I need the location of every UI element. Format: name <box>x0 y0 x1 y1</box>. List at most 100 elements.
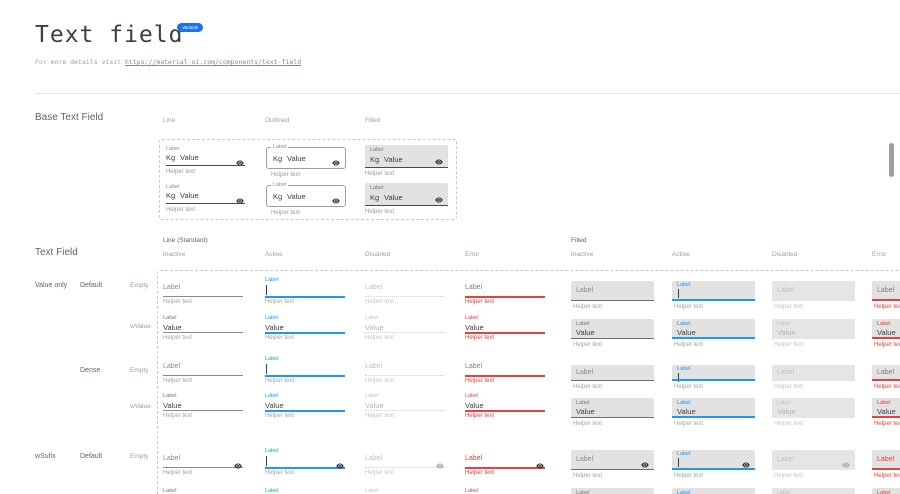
text-field-filled-active[interactable]: LabelHelper text <box>672 444 755 484</box>
text-field-filled-active[interactable]: LabelValueHelper text <box>672 312 755 352</box>
text-field-filled-error[interactable]: LabelHelper text <box>872 444 900 484</box>
text-field-line-error[interactable]: Helper textLabel <box>465 276 545 312</box>
text-field-filled-error[interactable]: LabelValueHelper text <box>872 482 900 494</box>
subtitle: For more details visit https://material-… <box>35 58 301 66</box>
field-value: Value <box>465 401 484 410</box>
helper-text: Helper text <box>465 413 494 419</box>
base-text-field-line[interactable]: LabelKgValueHelper text <box>166 146 245 176</box>
field-label: Label <box>777 287 794 294</box>
field-underline <box>872 416 900 418</box>
text-field-line-active[interactable]: Helper textLabel <box>265 444 345 480</box>
field-label: Label <box>877 287 894 294</box>
field-underline <box>872 468 900 470</box>
eye-icon <box>436 457 444 465</box>
text-field-filled-inactive[interactable]: LabelValueHelper text <box>571 390 654 430</box>
text-field-line-inactive[interactable]: Helper textLabelValue <box>163 482 243 494</box>
field-underline <box>571 380 654 381</box>
field-label: Label <box>365 393 378 399</box>
text-field-line-active[interactable]: Helper textLabel <box>265 276 345 312</box>
field-prefix: Kg <box>370 193 379 202</box>
field-label: Label <box>677 490 690 494</box>
text-field-line-error[interactable]: Helper textLabelValue <box>465 482 545 494</box>
text-cursor <box>266 285 267 295</box>
text-field-filled-inactive[interactable]: LabelValueHelper text <box>571 312 654 352</box>
state-header-active: Active <box>672 251 690 258</box>
base-text-field-outlined[interactable]: KgValueLabelHelper text <box>266 146 346 180</box>
text-field-line-disabled[interactable]: Helper textLabelValue <box>365 482 445 494</box>
field-underline <box>872 337 900 339</box>
helper-text: Helper text <box>166 169 195 175</box>
field-label: Label <box>465 488 478 494</box>
text-field-line-inactive[interactable]: Helper textLabel <box>163 444 243 480</box>
text-field-filled-inactive[interactable]: LabelHelper text <box>571 276 654 316</box>
field-label: Label <box>677 321 690 327</box>
state-header-inactive: Inactive <box>163 251 185 258</box>
field-value: Value <box>677 407 696 416</box>
text-field-line-disabled[interactable]: Helper textLabel <box>365 444 445 480</box>
row-state-label: Empty <box>130 282 148 289</box>
text-field-line-active[interactable]: Helper textLabelValue <box>265 390 345 426</box>
text-field-filled-disabled[interactable]: LabelValueHelper text <box>772 312 855 352</box>
helper-text: Helper text <box>573 342 602 348</box>
text-field-line-inactive[interactable]: Helper textLabelValue <box>163 312 243 348</box>
helper-text: Helper text <box>465 299 494 305</box>
field-value: Value <box>777 407 796 416</box>
field-underline <box>672 468 755 470</box>
text-field-line-error[interactable]: Helper textLabel <box>465 444 545 480</box>
text-field-line-active[interactable]: Helper textLabelValue <box>265 312 345 348</box>
text-field-line-error[interactable]: Helper textLabel <box>465 356 545 392</box>
text-field-filled-disabled[interactable]: LabelHelper text <box>772 276 855 316</box>
page-title: Text field <box>35 22 183 48</box>
field-underline <box>166 165 245 166</box>
text-field-filled-active[interactable]: LabelHelper text <box>672 276 755 316</box>
text-field-filled-disabled[interactable]: LabelHelper text <box>772 444 855 484</box>
base-text-field-outlined[interactable]: KgValueLabelHelper text <box>266 184 346 218</box>
text-field-line-active[interactable]: Helper textLabelValue <box>265 482 345 494</box>
filled-field-box: LabelValue <box>672 319 755 339</box>
helper-text: Helper text <box>774 342 803 348</box>
base-text-field-filled[interactable]: LabelKgValueHelper text <box>365 145 448 179</box>
field-underline <box>465 467 545 469</box>
text-field-filled-disabled[interactable]: LabelValueHelper text <box>772 482 855 494</box>
text-field-line-error[interactable]: Helper textLabelValue <box>465 390 545 426</box>
text-field-line-error[interactable]: Helper textLabelValue <box>465 312 545 348</box>
filled-field-box: LabelKgValue <box>365 183 448 206</box>
text-field-line-inactive[interactable]: Helper textLabelValue <box>163 390 243 426</box>
field-underline <box>465 375 545 377</box>
field-value: Value <box>465 323 484 332</box>
text-field-line-inactive[interactable]: Helper textLabel <box>163 356 243 392</box>
text-field-filled-inactive[interactable]: LabelHelper text <box>571 444 654 484</box>
text-field-filled-error[interactable]: LabelValueHelper text <box>872 390 900 430</box>
matrix-group-header-filled: Filled <box>571 237 587 244</box>
text-field-filled-inactive[interactable]: LabelValueHelper text <box>571 482 654 494</box>
field-underline <box>672 299 755 301</box>
field-label: Label <box>265 488 278 494</box>
text-field-line-disabled[interactable]: Helper textLabelValue <box>365 390 445 426</box>
text-field-filled-active[interactable]: LabelValueHelper text <box>672 482 755 494</box>
base-text-field-filled[interactable]: LabelKgValueHelper text <box>365 183 448 217</box>
text-cursor <box>266 456 267 466</box>
field-value: Value <box>265 401 284 410</box>
text-field-filled-error[interactable]: LabelValueHelper text <box>872 312 900 352</box>
base-text-field-line[interactable]: LabelKgValueHelper text <box>166 184 245 214</box>
text-field-filled-active[interactable]: LabelValueHelper text <box>672 390 755 430</box>
field-prefix: Kg <box>273 154 282 163</box>
text-field-line-disabled[interactable]: Helper textLabelValue <box>365 312 445 348</box>
text-field-line-disabled[interactable]: Helper textLabel <box>365 356 445 392</box>
docs-link[interactable]: https://material-ui.com/components/text-… <box>125 58 301 66</box>
text-cursor <box>678 289 679 298</box>
helper-text: Helper text <box>163 413 192 419</box>
text-field-filled-error[interactable]: LabelHelper text <box>872 276 900 316</box>
filled-field-box: Label <box>672 450 755 470</box>
field-label: Label <box>365 363 382 370</box>
text-field-filled-disabled[interactable]: LabelValueHelper text <box>772 390 855 430</box>
text-field-line-disabled[interactable]: Helper textLabel <box>365 276 445 312</box>
text-field-line-active[interactable]: Helper textLabel <box>265 356 345 392</box>
field-label: Label <box>677 400 690 406</box>
field-underline <box>163 296 243 297</box>
field-label: Label <box>877 400 890 406</box>
text-field-line-inactive[interactable]: Helper textLabel <box>163 276 243 312</box>
eye-icon <box>236 192 244 200</box>
filled-field-box: LabelValue <box>772 488 855 494</box>
scrollbar-thumb[interactable] <box>889 143 894 177</box>
